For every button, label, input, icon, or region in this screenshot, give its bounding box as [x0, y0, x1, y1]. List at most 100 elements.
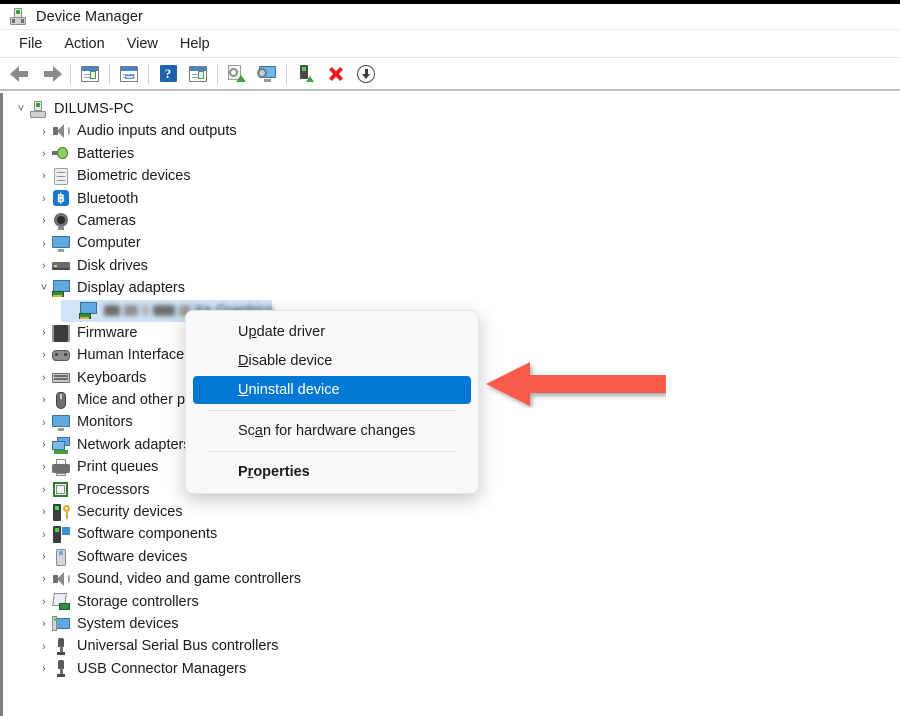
computer-icon: [29, 100, 47, 118]
tree-item-dilums-pc[interactable]: ˅ DILUMS-PC: [3, 98, 900, 120]
device-manager-icon: [9, 7, 27, 26]
context-menu-item-update-driver[interactable]: Update driver: [193, 318, 471, 346]
context-menu-item-scan-for-hardware-changes[interactable]: Scan for hardware changes: [193, 417, 471, 445]
chevron-right-icon[interactable]: ›: [36, 618, 52, 630]
chevron-right-icon[interactable]: ›: [36, 573, 52, 585]
tree-item-label: Network adapters: [77, 436, 191, 453]
menu-file[interactable]: File: [8, 33, 53, 55]
tree-item-software-components[interactable]: › Software components: [3, 523, 900, 545]
tree-item-system-devices[interactable]: › System devices: [3, 613, 900, 635]
chevron-right-icon[interactable]: ›: [36, 215, 52, 227]
monitor-icon: [52, 235, 70, 253]
menu-action[interactable]: Action: [53, 33, 115, 55]
chevron-right-icon[interactable]: ›: [36, 148, 52, 160]
chevron-right-icon[interactable]: ›: [36, 126, 52, 138]
usb-icon: [52, 660, 70, 678]
fingerprint-icon: [52, 167, 70, 185]
toolbar-separator: [286, 63, 287, 84]
tree-item-label: Disk drives: [77, 257, 148, 274]
tree-item-storage-controllers[interactable]: › Storage controllers: [3, 591, 900, 613]
menu-help[interactable]: Help: [169, 33, 221, 55]
tree-item-label: DILUMS-PC: [54, 100, 134, 117]
chevron-down-icon[interactable]: ˅: [13, 103, 29, 115]
toolbar-separator: [217, 63, 218, 84]
forward-arrow-icon: [40, 65, 62, 82]
monitor-icon: [52, 414, 70, 432]
toolbar-disable-device-button[interactable]: [351, 61, 381, 87]
context-menu-item-label: Properties: [238, 464, 310, 480]
chevron-right-icon[interactable]: ›: [36, 439, 52, 451]
context-menu-item-uninstall-device[interactable]: Uninstall device: [193, 376, 471, 404]
toolbar-enable-device-button[interactable]: [291, 61, 321, 87]
display-adapter-icon: [52, 279, 70, 297]
tree-item-label: Storage controllers: [77, 593, 199, 610]
toolbar-console-tree-button[interactable]: [75, 61, 105, 87]
chevron-right-icon[interactable]: ›: [36, 260, 52, 272]
tree-item-cameras[interactable]: › Cameras: [3, 210, 900, 232]
chevron-down-icon[interactable]: ˅: [36, 282, 52, 294]
tree-item-software-devices[interactable]: › Software devices: [3, 546, 900, 568]
show-hide-action-pane-icon: [189, 65, 207, 82]
tree-item-universal-serial-bus-controllers[interactable]: › Universal Serial Bus controllers: [3, 635, 900, 657]
hid-icon: [52, 347, 70, 364]
tree-item-label: Display adapters: [77, 280, 185, 297]
chevron-right-icon[interactable]: ›: [36, 170, 52, 182]
tree-item-audio-inputs-and-outputs[interactable]: › Audio inputs and outputs: [3, 120, 900, 142]
tree-item-biometric-devices[interactable]: › Biometric devices: [3, 165, 900, 187]
chevron-right-icon[interactable]: ›: [36, 394, 52, 406]
tree-item-label: Computer: [77, 235, 141, 252]
toolbar-separator: [148, 63, 149, 84]
chevron-right-icon[interactable]: ›: [36, 596, 52, 608]
context-menu-item-disable-device[interactable]: Disable device: [193, 347, 471, 375]
chevron-right-icon[interactable]: ›: [36, 349, 52, 361]
tree-item-bluetooth[interactable]: › ฿ Bluetooth: [3, 188, 900, 210]
tree-item-usb-connector-managers[interactable]: › USB Connector Managers: [3, 658, 900, 680]
toolbar-back-button[interactable]: [6, 61, 36, 87]
tree-item-display-adapters[interactable]: ˅ Display adapters: [3, 277, 900, 299]
toolbar-help-button[interactable]: ?: [153, 61, 183, 87]
update-driver-icon: [228, 65, 246, 82]
tree-item-sound-video-and-game-controllers[interactable]: › Sound, video and game controllers: [3, 568, 900, 590]
chevron-right-icon[interactable]: ›: [36, 327, 52, 339]
chevron-right-icon[interactable]: ›: [36, 193, 52, 205]
device-context-menu[interactable]: Update driver Disable device Uninstall d…: [185, 310, 479, 494]
tree-item-label: Bluetooth: [77, 190, 139, 207]
menu-bar: File Action View Help: [0, 31, 900, 58]
chevron-right-icon[interactable]: ›: [36, 372, 52, 384]
toolbar-action-pane-button[interactable]: [183, 61, 213, 87]
tree-item-label: USB Connector Managers: [77, 660, 247, 677]
chevron-right-icon[interactable]: ›: [36, 484, 52, 496]
toolbar-update-driver-button[interactable]: [222, 61, 252, 87]
toolbar: ?: [0, 58, 900, 91]
title-bar: Device Manager: [0, 4, 900, 30]
toolbar-scan-hardware-button[interactable]: [252, 61, 282, 87]
processor-icon: [52, 481, 70, 498]
toolbar-uninstall-device-button[interactable]: [321, 61, 351, 87]
printer-icon: [52, 458, 70, 476]
mouse-icon: [52, 391, 70, 409]
toolbar-forward-button[interactable]: [36, 61, 66, 87]
tree-item-batteries[interactable]: › Batteries: [3, 143, 900, 165]
chevron-right-icon[interactable]: ›: [36, 238, 52, 250]
chevron-right-icon[interactable]: ›: [36, 417, 52, 429]
context-menu-item-properties[interactable]: Properties: [193, 458, 471, 486]
chevron-right-icon[interactable]: ›: [36, 551, 52, 563]
scan-for-hardware-changes-icon: [257, 65, 277, 82]
system-device-icon: [52, 615, 70, 633]
chevron-right-icon[interactable]: ›: [36, 506, 52, 518]
back-arrow-icon: [10, 65, 32, 82]
tree-item-security-devices[interactable]: › Security devices: [3, 501, 900, 523]
tree-item-label: Cameras: [77, 212, 136, 229]
tree-item-disk-drives[interactable]: › Disk drives: [3, 255, 900, 277]
tree-item-label: Processors: [77, 481, 150, 498]
chevron-right-icon[interactable]: ›: [36, 663, 52, 675]
chevron-right-icon[interactable]: ›: [36, 529, 52, 541]
usb-icon: [52, 638, 70, 656]
chevron-right-icon[interactable]: ›: [36, 461, 52, 473]
tree-item-computer[interactable]: › Computer: [3, 232, 900, 254]
uninstall-device-icon: [327, 65, 345, 83]
chevron-right-icon[interactable]: ›: [36, 641, 52, 653]
toolbar-properties-button[interactable]: [114, 61, 144, 87]
context-menu-item-label: Scan for hardware changes: [238, 423, 416, 439]
menu-view[interactable]: View: [116, 33, 169, 55]
